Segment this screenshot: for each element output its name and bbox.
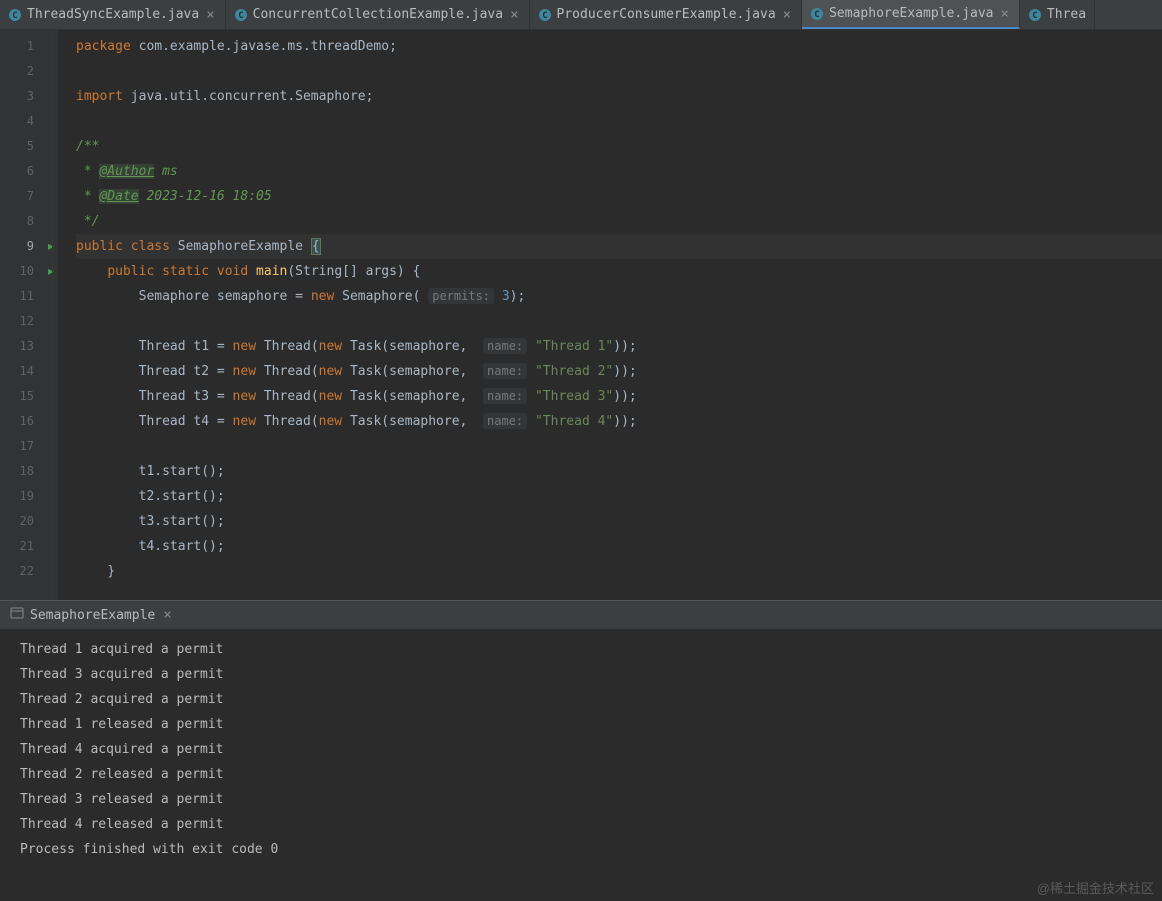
tab-semaphore[interactable]: C SemaphoreExample.java × (802, 0, 1020, 29)
code-line: /** (76, 134, 1162, 159)
line-number: 12 (0, 309, 58, 334)
close-icon[interactable]: × (998, 6, 1010, 22)
code-line: Thread t3 = new Thread(new Task(semaphor… (76, 384, 1162, 409)
line-number: 11 (0, 284, 58, 309)
editor-tabs: C ThreadSyncExample.java × C ConcurrentC… (0, 0, 1162, 30)
code-line: public static void main(String[] args) { (76, 259, 1162, 284)
code-line: package com.example.javase.ms.threadDemo… (76, 34, 1162, 59)
line-gutter: 1 2 3 4 5 6 7 8 9▶ 10▶ 11 12 13 14 15 16… (0, 30, 58, 600)
java-class-icon: C (1028, 8, 1042, 22)
line-number: 15 (0, 384, 58, 409)
tab-concurrent[interactable]: C ConcurrentCollectionExample.java × (226, 0, 530, 29)
parameter-hint: name: (483, 413, 527, 429)
tab-threadsync[interactable]: C ThreadSyncExample.java × (0, 0, 226, 29)
run-tab-label: SemaphoreExample (30, 608, 155, 623)
code-line: t3.start(); (76, 509, 1162, 534)
close-icon[interactable]: × (204, 7, 216, 23)
svg-text:C: C (814, 10, 819, 20)
console-tabs: SemaphoreExample × (0, 601, 1162, 629)
run-config-icon (10, 606, 24, 624)
close-icon[interactable]: × (781, 7, 793, 23)
parameter-hint: name: (483, 363, 527, 379)
console-line: Thread 3 acquired a permit (20, 662, 1142, 687)
tab-label: Threa (1047, 7, 1086, 22)
code-line (76, 434, 1162, 459)
console-line: Thread 4 released a permit (20, 812, 1142, 837)
line-number: 14 (0, 359, 58, 384)
code-line: t2.start(); (76, 484, 1162, 509)
line-number: 5 (0, 134, 58, 159)
java-class-icon: C (234, 8, 248, 22)
line-number: 3 (0, 84, 58, 109)
parameter-hint: permits: (428, 288, 494, 304)
code-line (76, 59, 1162, 84)
line-number: 6 (0, 159, 58, 184)
svg-text:C: C (238, 11, 243, 21)
code-line: t4.start(); (76, 534, 1162, 559)
console-line: Thread 3 released a permit (20, 787, 1142, 812)
code-line (76, 109, 1162, 134)
svg-text:C: C (1032, 11, 1037, 21)
java-class-icon: C (810, 7, 824, 21)
code-line: * @Author ms (76, 159, 1162, 184)
run-marker-icon[interactable]: ▶ (48, 259, 54, 284)
code-line: t1.start(); (76, 459, 1162, 484)
svg-text:C: C (12, 11, 17, 21)
code-line: Thread t1 = new Thread(new Task(semaphor… (76, 334, 1162, 359)
line-number: 9▶ (0, 234, 58, 259)
code-line: * @Date 2023-12-16 18:05 (76, 184, 1162, 209)
line-number: 2 (0, 59, 58, 84)
line-number: 8 (0, 209, 58, 234)
code-line: import java.util.concurrent.Semaphore; (76, 84, 1162, 109)
console-line: Thread 4 acquired a permit (20, 737, 1142, 762)
code-line: } (76, 559, 1162, 584)
code-line: */ (76, 209, 1162, 234)
code-line: Thread t2 = new Thread(new Task(semaphor… (76, 359, 1162, 384)
line-number: 22 (0, 559, 58, 584)
close-icon[interactable]: × (161, 607, 173, 623)
line-number: 13 (0, 334, 58, 359)
line-number: 10▶ (0, 259, 58, 284)
console-line: Thread 2 released a permit (20, 762, 1142, 787)
svg-text:C: C (542, 11, 547, 21)
console-output[interactable]: Thread 1 acquired a permit Thread 3 acqu… (0, 629, 1162, 901)
console-line: Thread 1 released a permit (20, 712, 1142, 737)
run-marker-icon[interactable]: ▶ (48, 234, 54, 259)
run-console: SemaphoreExample × Thread 1 acquired a p… (0, 600, 1162, 901)
code-editor[interactable]: 1 2 3 4 5 6 7 8 9▶ 10▶ 11 12 13 14 15 16… (0, 30, 1162, 600)
tab-producer[interactable]: C ProducerConsumerExample.java × (530, 0, 803, 29)
line-number: 16 (0, 409, 58, 434)
tab-label: ThreadSyncExample.java (27, 7, 199, 22)
parameter-hint: name: (483, 338, 527, 354)
line-number: 21 (0, 534, 58, 559)
java-class-icon: C (538, 8, 552, 22)
line-number: 20 (0, 509, 58, 534)
code-line: Semaphore semaphore = new Semaphore( per… (76, 284, 1162, 309)
java-class-icon: C (8, 8, 22, 22)
line-number: 17 (0, 434, 58, 459)
tab-label: ProducerConsumerExample.java (557, 7, 776, 22)
watermark: @稀土掘金技术社区 (1037, 878, 1154, 897)
code-area[interactable]: package com.example.javase.ms.threadDemo… (58, 30, 1162, 600)
code-line (76, 309, 1162, 334)
code-line: Thread t4 = new Thread(new Task(semaphor… (76, 409, 1162, 434)
code-line: public class SemaphoreExample { (76, 234, 1162, 259)
parameter-hint: name: (483, 388, 527, 404)
indent-guide (52, 30, 53, 600)
tab-label: SemaphoreExample.java (829, 6, 993, 21)
line-number: 19 (0, 484, 58, 509)
line-number: 7 (0, 184, 58, 209)
line-number: 4 (0, 109, 58, 134)
console-line: Thread 2 acquired a permit (20, 687, 1142, 712)
tab-cutoff[interactable]: C Threa (1020, 0, 1095, 29)
line-number: 18 (0, 459, 58, 484)
line-number: 1 (0, 34, 58, 59)
tab-label: ConcurrentCollectionExample.java (253, 7, 503, 22)
console-line: Thread 1 acquired a permit (20, 637, 1142, 662)
run-tab[interactable]: SemaphoreExample × (0, 601, 184, 629)
console-line: Process finished with exit code 0 (20, 837, 1142, 862)
close-icon[interactable]: × (508, 7, 520, 23)
